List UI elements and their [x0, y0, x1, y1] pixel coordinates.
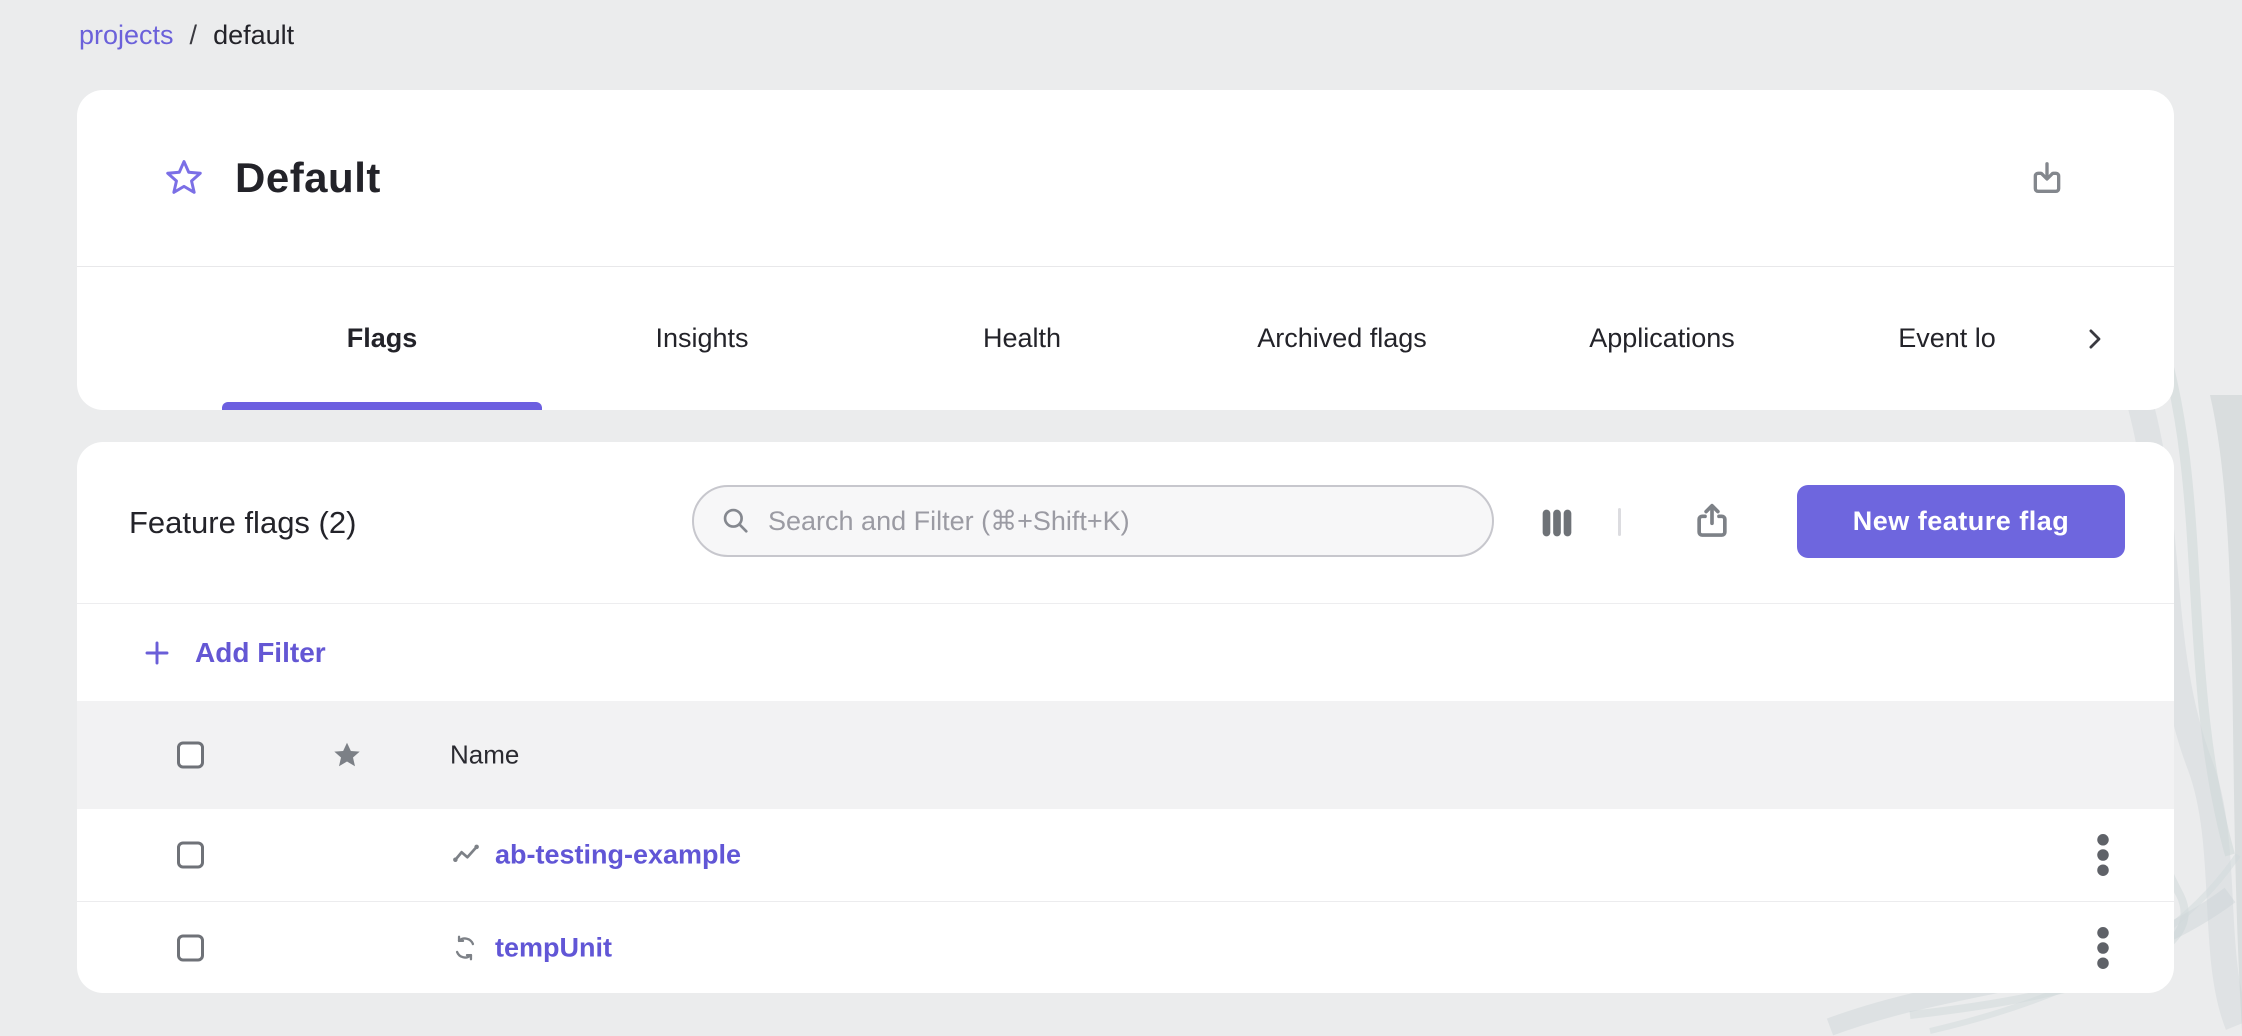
name-column-header: Name	[450, 740, 519, 771]
breadcrumb-separator: /	[190, 20, 198, 51]
project-header-card: Default Flags Insights Health Archived f…	[77, 90, 2174, 410]
trend-line-icon	[451, 840, 481, 870]
toolbar-divider	[1618, 508, 1621, 536]
page-title: Default	[235, 154, 381, 202]
new-feature-flag-button[interactable]: New feature flag	[1797, 485, 2125, 558]
search-input[interactable]	[768, 506, 1468, 537]
flag-link[interactable]: ab-testing-example	[495, 840, 741, 871]
star-outline-icon[interactable]	[163, 157, 205, 199]
sync-icon	[451, 934, 479, 962]
project-header-row: Default	[77, 90, 2174, 266]
search-icon	[720, 505, 752, 537]
table-row: tempUnit	[77, 902, 2174, 993]
tab-health[interactable]: Health	[862, 323, 1182, 354]
export-tray-icon[interactable]	[1690, 498, 1734, 542]
plus-icon	[141, 637, 173, 669]
breadcrumb-projects-link[interactable]: projects	[79, 20, 174, 51]
tab-applications[interactable]: Applications	[1502, 323, 1822, 354]
row-checkbox[interactable]	[177, 934, 204, 961]
tab-bar: Flags Insights Health Archived flags App…	[77, 267, 2174, 410]
breadcrumb-current: default	[213, 20, 294, 51]
row-checkbox[interactable]	[177, 842, 204, 869]
search-box	[692, 485, 1494, 557]
table-row: ab-testing-example	[77, 809, 2174, 902]
tab-archived-flags[interactable]: Archived flags	[1182, 323, 1502, 354]
tab-flags[interactable]: Flags	[222, 323, 542, 354]
table-header-row: Name	[77, 701, 2174, 809]
tab-insights[interactable]: Insights	[542, 323, 862, 354]
feature-flags-card: Feature flags (2) New feature flag	[77, 442, 2174, 993]
download-tray-icon[interactable]	[2027, 158, 2067, 198]
flag-link[interactable]: tempUnit	[495, 932, 612, 963]
columns-icon[interactable]	[1537, 503, 1577, 543]
select-all-checkbox[interactable]	[177, 742, 204, 769]
add-filter-button[interactable]: Add Filter	[77, 603, 2174, 701]
star-column-icon[interactable]	[331, 739, 363, 771]
kebab-menu-icon[interactable]	[2096, 833, 2110, 877]
kebab-menu-icon[interactable]	[2096, 926, 2110, 970]
feature-flags-heading: Feature flags (2)	[129, 505, 356, 541]
chevron-right-icon[interactable]	[2072, 324, 2116, 354]
flags-toolbar: Feature flags (2) New feature flag	[77, 442, 2174, 603]
breadcrumb: projects / default	[79, 20, 294, 51]
tab-event-log[interactable]: Event lo	[1822, 323, 2072, 354]
active-tab-underline	[222, 402, 542, 410]
add-filter-label: Add Filter	[195, 637, 326, 669]
